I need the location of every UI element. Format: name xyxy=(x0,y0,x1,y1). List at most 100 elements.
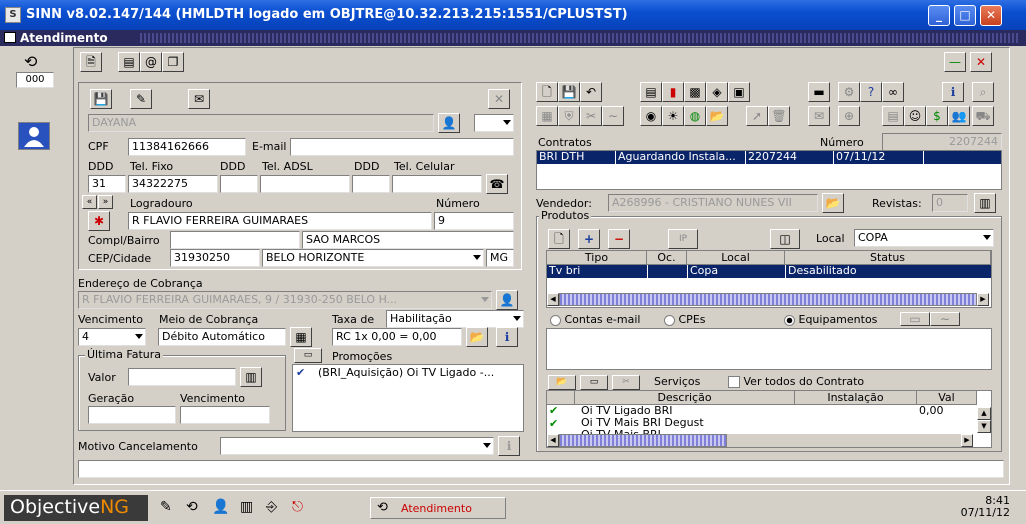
numero-field[interactable]: 9 xyxy=(434,212,514,230)
uf-field[interactable]: MG xyxy=(486,249,514,267)
tag-icon[interactable]: ◈ xyxy=(706,82,728,102)
contract-row-selected[interactable]: BRI DTH Aguardando Instala... 2207244 07… xyxy=(537,151,1001,164)
local-select[interactable]: COPA xyxy=(854,229,994,247)
equip-icon-1[interactable]: ▭ xyxy=(900,312,930,326)
col-status[interactable]: Status xyxy=(785,251,991,265)
mail-icon[interactable]: ✉ xyxy=(808,106,830,126)
money-icon[interactable]: ▬ xyxy=(808,82,830,102)
help-icon[interactable]: ? xyxy=(860,82,882,102)
users-icon[interactable]: ☺ xyxy=(904,106,926,126)
complemento-field[interactable] xyxy=(170,231,300,249)
minimize-button[interactable]: _ xyxy=(928,5,950,26)
refresh-icon[interactable]: ⟲ xyxy=(24,52,37,71)
arrow-icon[interactable]: ➚ xyxy=(746,106,768,126)
col-descricao[interactable]: Descrição xyxy=(575,391,795,405)
cep-field[interactable]: 31930250 xyxy=(170,249,260,267)
servicos-tag-icon[interactable]: ▭ xyxy=(580,375,608,390)
revistas-field[interactable]: 0 xyxy=(932,194,968,212)
preview-icon[interactable]: 🗎 xyxy=(80,52,102,72)
produtos-hscroll[interactable] xyxy=(559,293,977,306)
monitor-icon[interactable]: ▣ xyxy=(728,82,750,102)
cpf-field[interactable]: 11384162666 xyxy=(128,138,246,156)
bottom-text-field[interactable] xyxy=(78,460,1004,478)
cidade-select[interactable]: BELO HORIZONTE xyxy=(262,249,484,267)
scroll-left-icon[interactable]: ◀ xyxy=(547,293,559,306)
dollar-icon[interactable]: $ xyxy=(926,106,948,126)
taxa-select[interactable]: Habilitação xyxy=(386,310,524,328)
camera-icon[interactable]: ◉ xyxy=(640,106,662,126)
phone-icon[interactable]: ☎ xyxy=(486,174,508,194)
col-local[interactable]: Local xyxy=(687,251,785,265)
ddd-field[interactable]: 31 xyxy=(88,175,126,193)
shield-icon[interactable]: ⛨ xyxy=(558,106,580,126)
equip-icon-2[interactable]: ∼ xyxy=(930,312,960,326)
trash-icon[interactable]: 🗑 xyxy=(768,106,790,126)
remove-product-button[interactable]: − xyxy=(608,229,630,249)
bairro-field[interactable]: SAO MARCOS xyxy=(302,231,514,249)
tools-icon[interactable]: ✂ xyxy=(580,106,602,126)
produtos-table[interactable]: Tipo Oc. Local Status Tv bri Copa Desabi… xyxy=(546,250,992,308)
service-check-icon-1[interactable]: ✔ xyxy=(549,404,558,417)
user-taskbar-icon[interactable]: 👤 xyxy=(212,499,229,515)
rc-field[interactable]: RC 1x 0,00 = 0,00 xyxy=(332,328,462,346)
link-icon[interactable]: ∞ xyxy=(882,82,904,102)
servicos-tool-icon[interactable]: ✂ xyxy=(612,375,640,390)
tel-fixo-field[interactable]: 34322275 xyxy=(128,175,218,193)
globe-icon[interactable]: ◍ xyxy=(684,106,706,126)
car-icon[interactable]: ⛟ xyxy=(972,106,994,126)
calc-taskbar-icon[interactable]: ▥ xyxy=(240,499,253,515)
servicos-hscroll-track[interactable] xyxy=(727,434,961,447)
undo-icon[interactable]: ↶ xyxy=(580,82,602,102)
user-avatar-icon[interactable] xyxy=(18,122,50,150)
info-disabled-icon[interactable]: ℹ xyxy=(498,436,520,456)
col-instalacao[interactable]: Instalação xyxy=(795,391,917,405)
close-button[interactable]: ✕ xyxy=(980,5,1002,26)
gift-icon[interactable]: ▦ xyxy=(536,106,558,126)
servicos-table[interactable]: Descrição Instalação Val ✔ Oi TV Ligado … xyxy=(546,390,992,448)
tel-celular-field[interactable] xyxy=(392,175,482,193)
numero-contrato-field[interactable]: 2207244 xyxy=(882,133,1002,151)
new-product-icon[interactable]: 🗋 xyxy=(548,229,570,249)
promo-icon[interactable]: ▭ xyxy=(294,348,322,363)
tools-taskbar-icon[interactable]: ✎ xyxy=(160,499,172,515)
copy-icon[interactable]: ❐ xyxy=(162,52,184,72)
valor-field[interactable] xyxy=(128,368,236,386)
edit-icon[interactable]: ✎ xyxy=(130,89,152,109)
payment-icon[interactable]: ▦ xyxy=(290,327,312,347)
customer-name-field[interactable]: DAYANA xyxy=(88,114,434,132)
calendar-icon[interactable]: ▤ xyxy=(882,106,904,126)
info-contract-icon[interactable]: ℹ xyxy=(942,82,964,102)
radio-contas-email[interactable]: Contas e-mail xyxy=(550,313,640,326)
email-field[interactable] xyxy=(290,138,514,156)
lock-icon[interactable]: ⊕ xyxy=(838,106,860,126)
doc-icon[interactable]: 🗋 xyxy=(536,82,558,102)
customer-type-select[interactable] xyxy=(474,114,514,132)
notes-icon[interactable]: ▤ xyxy=(640,82,662,102)
promo-item[interactable]: (BRI_Aquisição) Oi TV Ligado -... xyxy=(318,366,494,379)
exit-taskbar-icon[interactable]: ⎋ xyxy=(292,499,303,515)
new-icon[interactable]: ▤ xyxy=(118,52,140,72)
refresh-taskbar-icon[interactable]: ⟲ xyxy=(186,499,198,515)
address-icon[interactable]: ✱ xyxy=(88,211,110,231)
settings-icon[interactable]: ⚙ xyxy=(838,82,860,102)
door-taskbar-icon[interactable]: ⎆ xyxy=(266,499,277,515)
bulb-icon[interactable]: ☀ xyxy=(662,106,684,126)
ddd-cel-field[interactable] xyxy=(352,175,390,193)
ddd-adsl-field[interactable] xyxy=(220,175,258,193)
prev-icon[interactable]: « xyxy=(82,195,97,209)
scroll-down-icon[interactable]: ▼ xyxy=(977,420,991,433)
ver-todos-checkbox[interactable]: Ver todos do Contrato xyxy=(728,375,864,388)
save-icon[interactable]: 💾 xyxy=(90,89,112,109)
maximize-button[interactable]: □ xyxy=(954,5,976,26)
servicos-hscroll[interactable] xyxy=(559,434,727,447)
search-icon[interactable]: ⌕ xyxy=(972,82,994,102)
folder-icon[interactable]: 📂 xyxy=(466,327,488,347)
geracao-field[interactable] xyxy=(88,406,176,424)
vencimento-select[interactable]: 4 xyxy=(78,328,146,346)
servicos-folder-icon[interactable]: 📂 xyxy=(548,375,576,390)
folder-open-icon[interactable]: 📂 xyxy=(706,106,728,126)
calc-icon[interactable]: ▥ xyxy=(240,367,262,387)
product-row-selected[interactable]: Tv bri Copa Desabilitado xyxy=(547,265,991,278)
tel-adsl-field[interactable] xyxy=(260,175,350,193)
meio-cobranca-field[interactable]: Débito Automático xyxy=(158,328,286,346)
